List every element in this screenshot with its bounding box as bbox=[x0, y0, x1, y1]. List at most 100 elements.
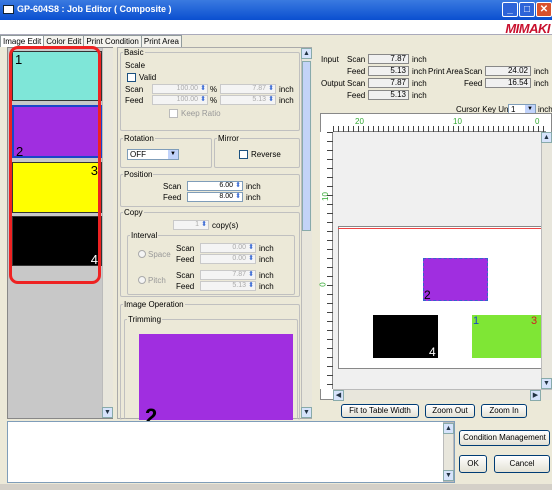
canvas-number: 1 bbox=[473, 315, 480, 327]
position-feed-label: Feed bbox=[163, 193, 182, 202]
message-scrollbar[interactable]: ▲ ▼ bbox=[443, 422, 454, 482]
output-feed-value: 5.13 bbox=[368, 90, 409, 100]
scale-label: Scale bbox=[125, 61, 146, 70]
minimize-icon[interactable]: _ bbox=[502, 2, 518, 17]
space-label: Space bbox=[148, 250, 171, 259]
inch-unit: inch bbox=[246, 182, 261, 191]
rotation-select[interactable]: OFF ▼ bbox=[127, 149, 179, 160]
condition-management-button[interactable]: Condition Management bbox=[459, 430, 550, 446]
canvas-number: 3 bbox=[531, 315, 538, 327]
trimming-label: Trimming bbox=[127, 315, 163, 324]
scroll-down-icon[interactable]: ▼ bbox=[443, 470, 454, 481]
inch-unit: inch bbox=[412, 79, 427, 88]
scroll-down-icon[interactable]: ▼ bbox=[102, 407, 113, 418]
fit-to-table-width-button[interactable]: Fit to Table Width bbox=[341, 404, 419, 418]
inch-unit: inch bbox=[534, 79, 549, 88]
copy-count-input[interactable]: 1 bbox=[173, 220, 209, 230]
inch-unit: inch bbox=[412, 67, 427, 76]
space-radio[interactable] bbox=[138, 250, 146, 258]
pitch-scan-label: Scan bbox=[176, 271, 195, 280]
interval-label: Interval bbox=[130, 231, 159, 240]
ruler-label: 20 bbox=[355, 117, 364, 126]
position-label: Position bbox=[123, 170, 154, 179]
image-operation-group: Image Operation Trimming 2 bbox=[120, 300, 300, 429]
scroll-up-icon[interactable]: ▲ bbox=[541, 132, 552, 143]
canvas-hscroll[interactable]: ◀ ▶ bbox=[333, 389, 552, 401]
feed-label: Feed bbox=[125, 96, 144, 105]
pa-scan-label: Scan bbox=[464, 67, 483, 76]
keep-ratio-checkbox[interactable] bbox=[169, 109, 178, 118]
output-label: Output bbox=[321, 79, 346, 88]
rotation-group: Rotation OFF ▼ bbox=[120, 134, 212, 168]
zoom-out-button[interactable]: Zoom Out bbox=[425, 404, 475, 418]
valid-checkbox[interactable] bbox=[127, 73, 136, 82]
scroll-thumb[interactable] bbox=[302, 61, 311, 231]
image-operation-label: Image Operation bbox=[123, 300, 185, 309]
scan-label: Scan bbox=[125, 85, 144, 94]
inch-unit: inch bbox=[246, 193, 261, 202]
inch-unit: inch bbox=[259, 271, 274, 280]
copy-group: Copy 1 copy(s) Interval Space Scan 0.00 … bbox=[120, 208, 300, 297]
mirror-label: Mirror bbox=[217, 134, 240, 143]
inch-unit: inch bbox=[259, 255, 274, 264]
origin-line bbox=[338, 228, 542, 229]
canvas-vscroll[interactable]: ▲ ▼ bbox=[541, 132, 552, 389]
window-title: GP-604S8 : Job Editor ( Composite ) bbox=[17, 4, 172, 14]
output-scan-label: Scan bbox=[347, 79, 366, 88]
scroll-left-icon[interactable]: ◀ bbox=[333, 390, 344, 401]
input-feed-value: 5.13 bbox=[368, 66, 409, 76]
percent-unit: % bbox=[210, 85, 218, 94]
valid-label: Valid bbox=[139, 73, 157, 82]
space-feed-input[interactable]: 0.00 bbox=[200, 254, 256, 264]
output-scan-value: 7.87 bbox=[368, 78, 409, 88]
input-feed-label: Feed bbox=[347, 67, 366, 76]
reverse-checkbox[interactable] bbox=[239, 150, 248, 159]
inch-unit: inch bbox=[259, 244, 274, 253]
maximize-icon[interactable]: □ bbox=[519, 2, 535, 17]
space-feed-label: Feed bbox=[176, 255, 195, 264]
pa-feed-label: Feed bbox=[464, 79, 483, 88]
tab-print-area[interactable]: Print Area bbox=[140, 35, 182, 47]
pitch-radio[interactable] bbox=[138, 276, 146, 284]
feed-inch-input[interactable]: 5.13 bbox=[220, 95, 276, 105]
feed-percent-input[interactable]: 100.00 bbox=[152, 95, 208, 105]
app-icon bbox=[3, 5, 14, 14]
position-feed-input[interactable]: 8.00 bbox=[187, 192, 243, 202]
position-scan-input[interactable]: 6.00 bbox=[187, 181, 243, 191]
rotation-value: OFF bbox=[130, 150, 146, 159]
inch-unit: inch bbox=[279, 96, 294, 105]
space-scan-input[interactable]: 0.00 bbox=[200, 243, 256, 253]
interval-group: Interval Space Scan 0.00 inch Feed 0.00 … bbox=[127, 231, 295, 295]
scan-percent-input[interactable]: 100.00 bbox=[152, 84, 208, 94]
scroll-down-icon[interactable]: ▼ bbox=[541, 378, 552, 389]
scan-inch-input[interactable]: 7.87 bbox=[220, 84, 276, 94]
close-icon[interactable]: ✕ bbox=[536, 2, 552, 17]
inch-unit: inch bbox=[279, 85, 294, 94]
scroll-right-icon[interactable]: ▶ bbox=[530, 390, 541, 401]
title-bar: GP-604S8 : Job Editor ( Composite ) _ □ … bbox=[0, 0, 552, 20]
print-area-feed-value: 16.54 bbox=[485, 78, 531, 88]
pitch-scan-input[interactable]: 7.87 bbox=[200, 270, 256, 280]
print-area-label: Print Area bbox=[428, 67, 464, 76]
reverse-label: Reverse bbox=[251, 150, 281, 159]
cancel-button[interactable]: Cancel bbox=[494, 455, 550, 473]
thumbnail-scrollbar[interactable]: ▼ bbox=[102, 48, 113, 418]
vertical-ruler: 10 0 bbox=[319, 132, 333, 389]
settings-scrollbar[interactable]: ▲ ▼ bbox=[301, 48, 312, 418]
trimming-group: Trimming 2 bbox=[124, 315, 298, 429]
scroll-down-icon[interactable]: ▼ bbox=[301, 407, 312, 418]
pitch-feed-input[interactable]: 5.13 bbox=[200, 281, 256, 291]
logo-strip bbox=[0, 20, 552, 35]
scroll-up-icon[interactable]: ▲ bbox=[301, 48, 312, 59]
copy-unit: copy(s) bbox=[212, 221, 239, 230]
scroll-up-icon[interactable]: ▲ bbox=[443, 423, 454, 434]
ruler-label: 10 bbox=[453, 117, 462, 126]
ruler-label: 0 bbox=[535, 117, 540, 126]
zoom-in-button[interactable]: Zoom In bbox=[481, 404, 527, 418]
position-group: Position Scan 6.00 inch Feed 8.00 inch bbox=[120, 170, 300, 207]
ok-button[interactable]: OK bbox=[459, 455, 487, 473]
trimming-preview[interactable]: 2 bbox=[139, 334, 293, 429]
info-panel: Input Scan 7.87 inch Feed 5.13 inch Outp… bbox=[319, 53, 552, 115]
output-feed-label: Feed bbox=[347, 91, 366, 100]
canvas-image-2[interactable] bbox=[423, 258, 488, 301]
